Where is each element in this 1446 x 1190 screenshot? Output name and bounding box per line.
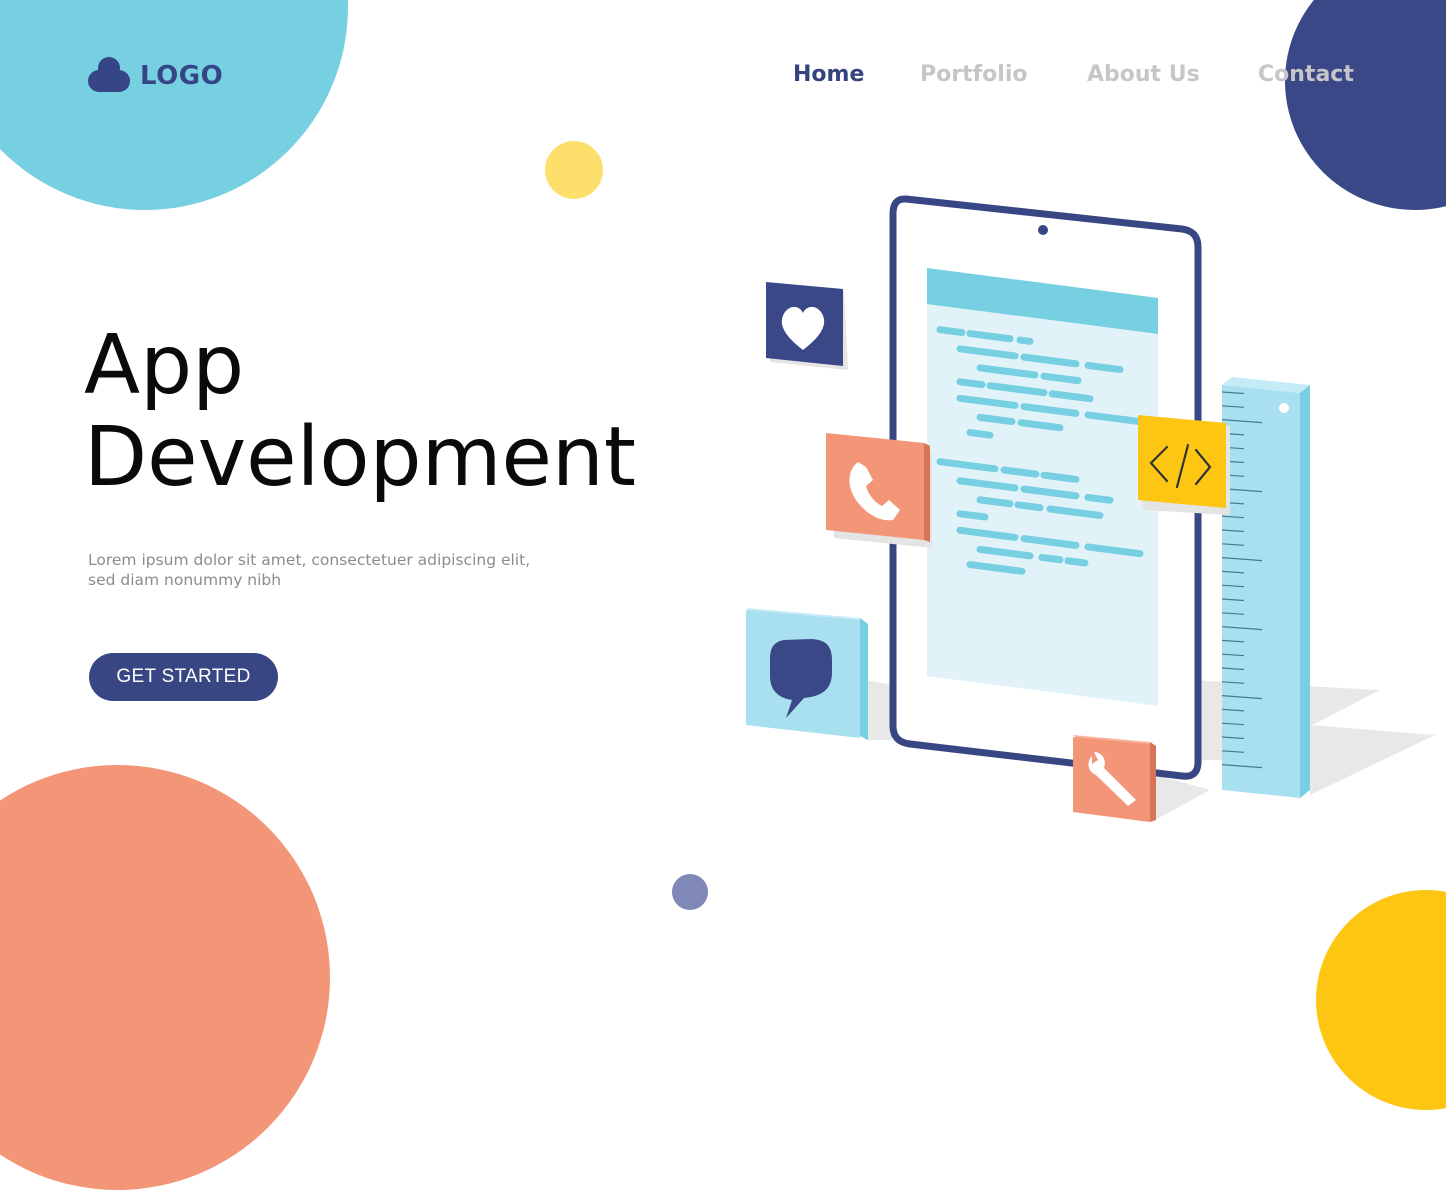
chat-tile	[746, 608, 868, 740]
decorative-circle-coral	[0, 765, 330, 1190]
code-line	[936, 458, 999, 473]
ruler-tick	[1221, 543, 1245, 546]
ruler-tick	[1221, 557, 1263, 562]
ruler-tick	[1221, 460, 1245, 464]
hero-title: App Development	[84, 320, 636, 504]
ruler-tick	[1221, 626, 1263, 631]
code-tile	[1138, 415, 1230, 515]
hero-title-line-1: App	[84, 318, 245, 413]
code-line	[986, 382, 1048, 397]
hero-title-line-2: Development	[84, 410, 637, 505]
code-line	[1040, 471, 1080, 483]
ruler-tick	[1221, 750, 1245, 753]
ruler-icon	[1221, 377, 1310, 798]
decorative-circle-navy	[1285, 0, 1446, 210]
heart-icon	[781, 306, 825, 350]
code-line	[1048, 390, 1094, 403]
ruler-tick	[1221, 722, 1245, 726]
code-line	[1017, 419, 1064, 432]
nav-item-contact[interactable]: Contact	[1258, 62, 1354, 87]
code-line	[966, 429, 994, 439]
code-line	[1016, 336, 1034, 345]
code-line	[1000, 466, 1040, 478]
code-line	[976, 364, 1039, 379]
ruler-tick	[1221, 667, 1245, 671]
ruler-tick	[1221, 446, 1245, 450]
ruler-tick	[1221, 515, 1245, 519]
code-line	[956, 378, 986, 389]
ruler-tick	[1221, 488, 1263, 493]
ruler-tick	[1221, 405, 1245, 408]
decorative-dot-yellow	[545, 141, 603, 199]
code-line	[976, 545, 1034, 560]
get-started-button[interactable]: GET STARTED	[89, 653, 278, 701]
ruler-tick	[1221, 708, 1245, 712]
ruler-tick	[1221, 695, 1263, 700]
code-line	[1084, 543, 1144, 558]
ruler-tick	[1221, 736, 1245, 740]
code-line	[966, 561, 1026, 575]
code-line	[1084, 361, 1124, 374]
code-icon	[1149, 443, 1212, 489]
code-line	[1020, 353, 1080, 368]
code-line	[956, 526, 1019, 541]
nav-item-home[interactable]: Home	[793, 62, 864, 87]
main-nav: Home Portfolio About Us Contact	[0, 62, 1446, 94]
nav-item-about-us[interactable]: About Us	[1087, 62, 1200, 87]
phone-tile	[826, 433, 932, 548]
chat-bubble-icon	[770, 639, 832, 718]
heart-tile	[766, 282, 848, 370]
smartphone	[889, 195, 1202, 780]
nav-item-portfolio[interactable]: Portfolio	[920, 62, 1028, 87]
code-line	[1014, 501, 1044, 512]
wrench-tile	[1073, 735, 1156, 822]
ruler-tick	[1221, 391, 1245, 395]
decorative-circle-cyan	[0, 0, 348, 210]
code-line	[1020, 535, 1080, 549]
ruler-tick	[1221, 474, 1245, 477]
code-line	[1040, 372, 1082, 385]
code-line	[1064, 557, 1089, 567]
wrench-icon	[1088, 752, 1136, 806]
ruler-tick	[1221, 419, 1263, 424]
ruler-tick	[1221, 612, 1245, 615]
ruler-tick	[1221, 681, 1245, 684]
code-line	[936, 326, 966, 337]
hero-description: Lorem ipsum dolor sit amet, consectetuer…	[88, 551, 531, 589]
code-line	[1020, 403, 1080, 417]
code-line	[1046, 505, 1104, 519]
decorative-circle-yellow	[1316, 890, 1446, 1110]
code-line	[966, 330, 1014, 343]
code-line	[1084, 411, 1154, 427]
code-line	[1020, 485, 1080, 500]
ruler-tick	[1221, 529, 1245, 533]
ruler-tick	[1221, 432, 1245, 436]
code-line	[956, 510, 989, 521]
code-line	[956, 345, 1019, 360]
code-line	[956, 477, 1019, 492]
code-line	[956, 394, 1019, 409]
ruler-tick	[1221, 653, 1245, 657]
decorative-dot-purple	[672, 874, 708, 910]
phone-icon	[849, 462, 900, 521]
ruler-tick	[1221, 764, 1263, 769]
code-line	[976, 413, 1016, 426]
ruler-tick	[1221, 501, 1245, 505]
ruler-tick	[1221, 639, 1245, 643]
code-line	[1038, 553, 1064, 564]
ruler-tick	[1221, 584, 1245, 588]
floor-shadows	[866, 680, 1435, 820]
ruler-tick	[1221, 598, 1245, 602]
ruler-tick	[1221, 570, 1245, 574]
code-line	[1084, 493, 1114, 504]
code-line	[976, 496, 1014, 508]
